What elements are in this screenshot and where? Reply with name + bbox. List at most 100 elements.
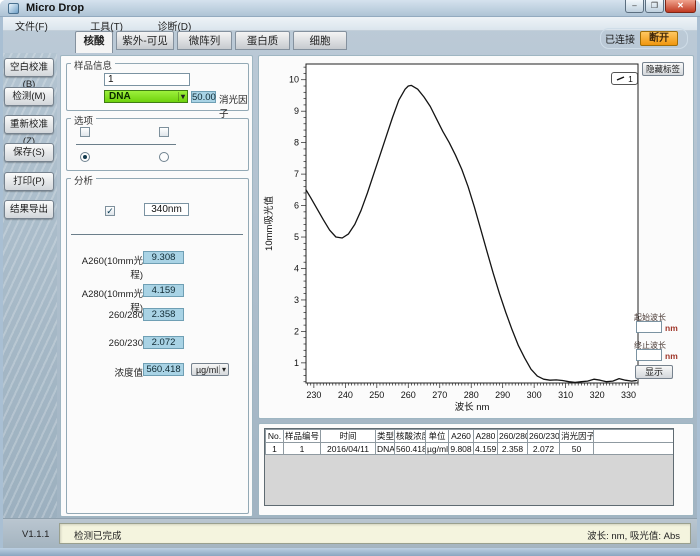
checkmark-icon: ✓	[106, 206, 114, 216]
option-radio-1[interactable]	[80, 152, 90, 162]
tab-uv-vis[interactable]: 紫外-可见	[116, 31, 174, 50]
status-message: 检测已完成	[74, 528, 122, 542]
col-concentration: 核酸浓度	[395, 430, 426, 443]
recalibrate-button[interactable]: 重新校准(Z)	[4, 115, 54, 134]
col-260-280: 260/280	[498, 430, 528, 443]
col-260-230: 260/230	[528, 430, 560, 443]
window-frame-bottom	[0, 548, 700, 556]
end-nm-unit: nm	[665, 351, 678, 361]
tab-bar: 核酸 紫外-可见 微阵列 蛋白质 细胞 已连接 断开	[3, 31, 697, 53]
app-window: Micro Drop – ❐ ✕ 文件(F) 工具(T) 诊断(D) 核酸 紫外…	[0, 0, 700, 556]
col-time: 时间	[321, 430, 376, 443]
sample-type-dropdown[interactable]: DNA ▾	[104, 90, 188, 103]
unit-value: µg/ml	[196, 365, 218, 375]
wavelength-absorbance-readout: 波长: nm, 吸光值: Abs	[587, 528, 680, 542]
col-a280: A280	[474, 430, 498, 443]
svg-text:10: 10	[289, 75, 299, 85]
extinction-factor-value: 50.00	[191, 91, 216, 103]
svg-text:3: 3	[294, 295, 299, 305]
table-header-row: No. 样品编号 时间 类型 核酸浓度 单位 A260 A280 260/280…	[266, 430, 675, 443]
export-results-button[interactable]: 结果导出	[4, 200, 54, 219]
svg-text:波长 nm: 波长 nm	[455, 401, 490, 413]
col-factor: 消光因子	[560, 430, 594, 443]
option-radio-2[interactable]	[159, 152, 169, 162]
end-wavelength-input[interactable]	[636, 349, 662, 361]
disconnect-button[interactable]: 断开	[640, 31, 678, 46]
results-table: No. 样品编号 时间 类型 核酸浓度 单位 A260 A280 260/280…	[264, 428, 674, 506]
wavelength-input[interactable]: 340nm	[144, 203, 189, 216]
close-button[interactable]: ✕	[665, 0, 696, 13]
svg-text:260: 260	[401, 390, 416, 400]
chevron-down-icon: ▾	[178, 92, 187, 101]
tab-cell[interactable]: 细胞	[293, 31, 347, 50]
col-filler	[594, 430, 675, 443]
sample-type-value: DNA	[109, 91, 131, 102]
chevron-down-icon: ▾	[219, 365, 228, 374]
sample-panel: 样品信息 DNA ▾ 50.00 消光因子 选项 分析 ✓ 340nm A260…	[60, 55, 253, 517]
col-unit: 单位	[426, 430, 449, 443]
svg-text:8: 8	[294, 138, 299, 148]
svg-text:7: 7	[294, 169, 299, 179]
svg-text:280: 280	[464, 390, 479, 400]
col-no: No.	[266, 430, 284, 443]
svg-text:230: 230	[306, 390, 321, 400]
legend-entry: 1	[628, 74, 633, 84]
cell-unit: µg/ml	[426, 443, 449, 455]
option-checkbox-1[interactable]	[80, 127, 90, 137]
svg-text:5: 5	[294, 232, 299, 242]
save-button[interactable]: 保存(S)	[4, 143, 54, 162]
ratio-260-280-label: 260/280	[71, 310, 143, 321]
option-checkbox-2[interactable]	[159, 127, 169, 137]
svg-text:270: 270	[432, 390, 447, 400]
results-panel: No. 样品编号 时间 类型 核酸浓度 单位 A260 A280 260/280…	[258, 423, 694, 516]
cell-a260: 9.808	[449, 443, 474, 455]
version-label: V1.1.1	[22, 529, 49, 540]
status-bar: V1.1.1 检测已完成 波长: nm, 吸光值: Abs	[3, 518, 697, 548]
wavelength-checkbox[interactable]: ✓	[105, 206, 115, 216]
col-a260: A260	[449, 430, 474, 443]
table-row[interactable]: 1 1 2016/04/11 DNA 560.418 µg/ml 9.808 4…	[266, 443, 675, 455]
cell-type: DNA	[376, 443, 395, 455]
svg-text:330: 330	[621, 390, 636, 400]
start-wavelength-input[interactable]	[636, 321, 662, 333]
cell-260-230: 2.072	[528, 443, 560, 455]
tab-protein[interactable]: 蛋白质	[235, 31, 290, 50]
svg-text:310: 310	[558, 390, 573, 400]
concentration-label: 浓度值	[71, 365, 143, 379]
svg-text:10mm吸光值: 10mm吸光值	[263, 196, 275, 251]
analysis-divider	[71, 234, 243, 235]
a260-value: 9.308	[143, 251, 184, 264]
svg-text:4: 4	[294, 263, 299, 273]
cell-filler	[594, 443, 675, 455]
a280-value: 4.159	[143, 284, 184, 297]
svg-text:9: 9	[294, 106, 299, 116]
start-nm-unit: nm	[665, 323, 678, 333]
sample-id-input[interactable]	[104, 73, 190, 86]
measure-button[interactable]: 检测(M)	[4, 87, 54, 106]
ratio-260-230-value: 2.072	[143, 336, 184, 349]
svg-text:300: 300	[527, 390, 542, 400]
unit-dropdown[interactable]: µg/ml ▾	[191, 363, 229, 376]
a260-label: A260(10mm光程)	[71, 253, 143, 281]
ratio-260-230-label: 260/230	[71, 338, 143, 349]
svg-text:320: 320	[590, 390, 605, 400]
app-icon	[8, 3, 19, 14]
svg-text:240: 240	[338, 390, 353, 400]
print-button[interactable]: 打印(P)	[4, 172, 54, 191]
connection-status: 已连接	[605, 31, 635, 46]
extinction-factor-label: 消光因子	[219, 92, 252, 120]
chart-legend: 1	[611, 72, 638, 85]
maximize-button[interactable]: ❐	[645, 0, 664, 13]
hide-labels-button[interactable]: 隐藏标签	[642, 62, 684, 76]
tab-nucleic-acid[interactable]: 核酸	[75, 31, 113, 53]
blank-calibration-button[interactable]: 空白校准(B)	[4, 58, 54, 77]
status-message-panel: 检测已完成 波长: nm, 吸光值: Abs	[59, 523, 691, 544]
svg-text:6: 6	[294, 201, 299, 211]
title-bar: Micro Drop – ❐ ✕	[0, 0, 700, 17]
tab-microarray[interactable]: 微阵列	[177, 31, 232, 50]
col-sample-id: 样品编号	[284, 430, 321, 443]
show-button[interactable]: 显示	[635, 365, 673, 379]
minimize-button[interactable]: –	[625, 0, 644, 13]
menu-bar: 文件(F) 工具(T) 诊断(D)	[3, 17, 697, 31]
cell-a280: 4.159	[474, 443, 498, 455]
